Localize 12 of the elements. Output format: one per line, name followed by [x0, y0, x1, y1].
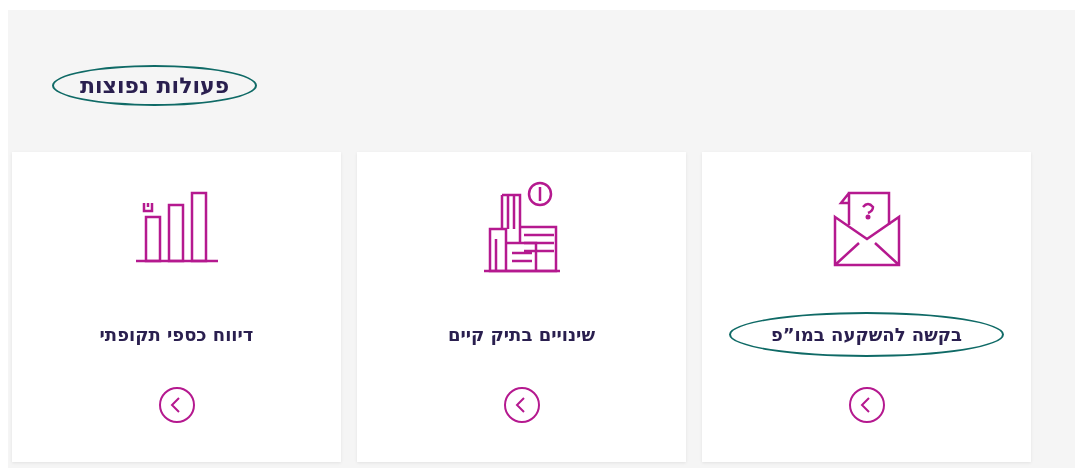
action-card[interactable]: דיווח כספי תקופתי — [12, 152, 341, 462]
action-card[interactable]: שינויים בתיק קיים — [357, 152, 686, 462]
bar-chart-icon — [135, 189, 218, 265]
chevron-left-icon[interactable] — [847, 386, 886, 424]
action-card[interactable]: בקשה להשקעה במו”פ — [702, 152, 1031, 462]
buildings-icon — [481, 181, 562, 273]
card-title: שינויים בתיק קיים — [446, 322, 597, 347]
section-heading: פעולות נפוצות — [52, 65, 258, 106]
chevron-left-icon[interactable] — [157, 386, 196, 424]
card-title: בקשה להשקעה במו”פ — [728, 311, 1005, 357]
chevron-left-icon[interactable] — [502, 386, 541, 424]
card-title: דיווח כספי תקופתי — [98, 322, 255, 347]
